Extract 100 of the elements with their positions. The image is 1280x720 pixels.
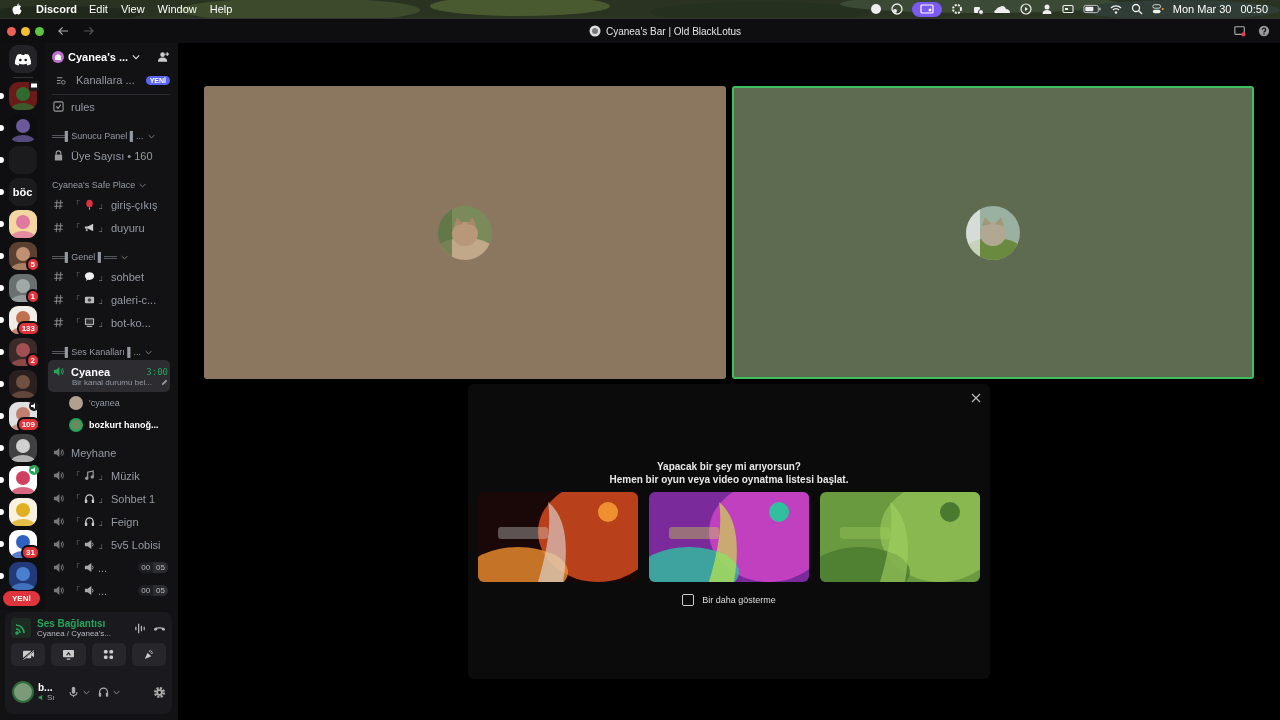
server-name[interactable]: Cyanea's ... <box>68 51 129 63</box>
category-name[interactable]: ══▌Sunucu Panel ▌... <box>52 131 144 141</box>
bracket: 」 <box>98 292 108 307</box>
camera-off-button[interactable] <box>11 643 46 666</box>
prompt-text: Yapacak bir şey mi arıyorsun? <box>657 460 801 473</box>
inbox-icon[interactable] <box>1234 25 1246 37</box>
user-limit: 00 05 <box>138 585 168 596</box>
channel-name: Sohbet 1 <box>111 492 156 505</box>
channel-item[interactable]: 「 」 5v5 Lobisi <box>48 533 170 556</box>
channel-item[interactable]: Cyanea 3:00 Bir kanal durumu bel... <box>48 360 170 392</box>
headphones-icon[interactable] <box>98 686 109 698</box>
screen-share-button[interactable] <box>51 643 86 666</box>
speaker-icon <box>53 516 64 527</box>
speaker-icon <box>53 562 64 573</box>
server-icon[interactable] <box>8 82 37 110</box>
speaker-icon <box>53 366 64 377</box>
channel-item[interactable]: rules <box>48 95 170 118</box>
control-center-icon[interactable] <box>1151 3 1164 15</box>
user-icon[interactable] <box>1040 3 1053 15</box>
play-icon[interactable] <box>1019 3 1032 15</box>
server-icon[interactable] <box>8 498 37 526</box>
battery-icon[interactable] <box>1082 4 1101 14</box>
channel-item[interactable]: 「 ... 00 05 <box>48 556 170 579</box>
server-icon[interactable] <box>8 434 37 462</box>
video-tile[interactable] <box>732 86 1254 379</box>
emoji-icon <box>84 585 95 596</box>
bracket: 「 <box>71 292 81 307</box>
bracket: 「 <box>71 537 81 552</box>
mention-count: 133 <box>16 321 40 336</box>
browse-channels-link[interactable]: Kanallara ... <box>76 74 135 86</box>
menu-item[interactable]: Edit <box>88 3 108 15</box>
channel-item[interactable]: Meyhane <box>48 441 170 464</box>
add-member-icon[interactable] <box>157 51 170 63</box>
category-name[interactable]: ══▌Genel ▌══ <box>52 252 117 262</box>
close-window-button[interactable] <box>7 26 16 36</box>
apple-icon[interactable] <box>12 3 22 15</box>
forward-arrow-icon[interactable] <box>83 26 94 36</box>
bracket: 「 <box>71 468 81 483</box>
channel-item[interactable]: 「 」 giriş-çıkış <box>48 193 170 216</box>
channel-name: rules <box>71 100 95 113</box>
bracket: 「 <box>71 220 81 235</box>
server-icon[interactable] <box>8 210 37 238</box>
minimize-window-button[interactable] <box>21 26 30 36</box>
checkbox-label[interactable]: Bir daha gösterme <box>702 595 776 605</box>
status-icon[interactable] <box>890 3 903 15</box>
mention-count: 109 <box>16 417 40 432</box>
microphone-icon[interactable] <box>68 686 79 698</box>
emoji-icon <box>84 199 95 210</box>
help-icon[interactable] <box>1258 25 1270 37</box>
channel-name: Meyhane <box>71 446 117 459</box>
channel-item[interactable]: Üye Sayısı • 160 <box>48 144 170 167</box>
voice-user[interactable]: 'cyanea <box>52 392 170 414</box>
channel-item[interactable]: 「 」 Sohbet 1 <box>48 487 170 510</box>
activities-button[interactable] <box>91 643 126 666</box>
pencil-icon[interactable] <box>161 378 168 386</box>
zoom-window-button[interactable] <box>35 26 44 36</box>
server-icon[interactable]: böc <box>8 178 37 206</box>
emoji-icon <box>84 539 95 550</box>
connection-status[interactable]: Ses Bağlantısı <box>37 618 128 629</box>
server-icon[interactable] <box>8 466 37 494</box>
camera-off-icon <box>21 649 35 660</box>
search-icon[interactable] <box>1130 3 1143 15</box>
card-icon[interactable] <box>1061 3 1074 15</box>
server-icon[interactable] <box>8 274 37 302</box>
menu-item[interactable]: View <box>120 3 145 15</box>
app-menu[interactable]: Discord <box>36 3 77 15</box>
channel-item[interactable]: 「 」 bot-ko... <box>48 311 170 334</box>
waveform-icon[interactable] <box>134 621 147 635</box>
connected-channel[interactable]: Cyanea / Cyanea's... <box>37 629 128 638</box>
bracket: 」 <box>98 514 108 529</box>
bracket: 「 <box>71 197 81 212</box>
menu-item[interactable]: Help <box>209 3 233 15</box>
bracket: 「 <box>71 583 81 598</box>
circle-icon[interactable] <box>869 3 882 15</box>
close-icon[interactable] <box>971 393 981 403</box>
back-arrow-icon[interactable] <box>58 26 69 36</box>
video-tile[interactable] <box>204 86 726 379</box>
channel-item[interactable]: 「 」 duyuru <box>48 216 170 239</box>
wifi-icon[interactable] <box>1109 3 1122 15</box>
category-name[interactable]: ══▌Ses Kanalları ▌... <box>52 347 142 357</box>
bracket: 」 <box>98 220 108 235</box>
soundboard-button[interactable] <box>131 643 166 666</box>
channel-item[interactable]: 「 」 galeri-c... <box>48 288 170 311</box>
hash-icon <box>53 317 64 328</box>
menu-item[interactable]: Window <box>157 3 197 15</box>
home-button[interactable] <box>8 45 37 73</box>
bracket: 「 <box>71 491 81 506</box>
checkbox[interactable] <box>682 594 695 606</box>
server-icon[interactable] <box>8 242 37 270</box>
voice-user[interactable]: bozkurt hanoğ... <box>52 414 170 436</box>
settings-icon[interactable] <box>153 685 166 699</box>
channel-item[interactable]: 「 」 sohbet <box>48 265 170 288</box>
channel-item[interactable]: 「 」 Müzik <box>48 464 170 487</box>
new-label[interactable]: YENİ <box>3 591 40 606</box>
category-name[interactable]: Cyanea's Safe Place <box>52 180 136 190</box>
channel-item[interactable]: 「 」 Feign <box>48 510 170 533</box>
cloud-icon[interactable] <box>992 4 1011 14</box>
channel-item[interactable]: 「 ... 00 05 <box>48 579 170 602</box>
gear-icon[interactable] <box>950 3 963 15</box>
user-avatar[interactable] <box>12 681 34 703</box>
